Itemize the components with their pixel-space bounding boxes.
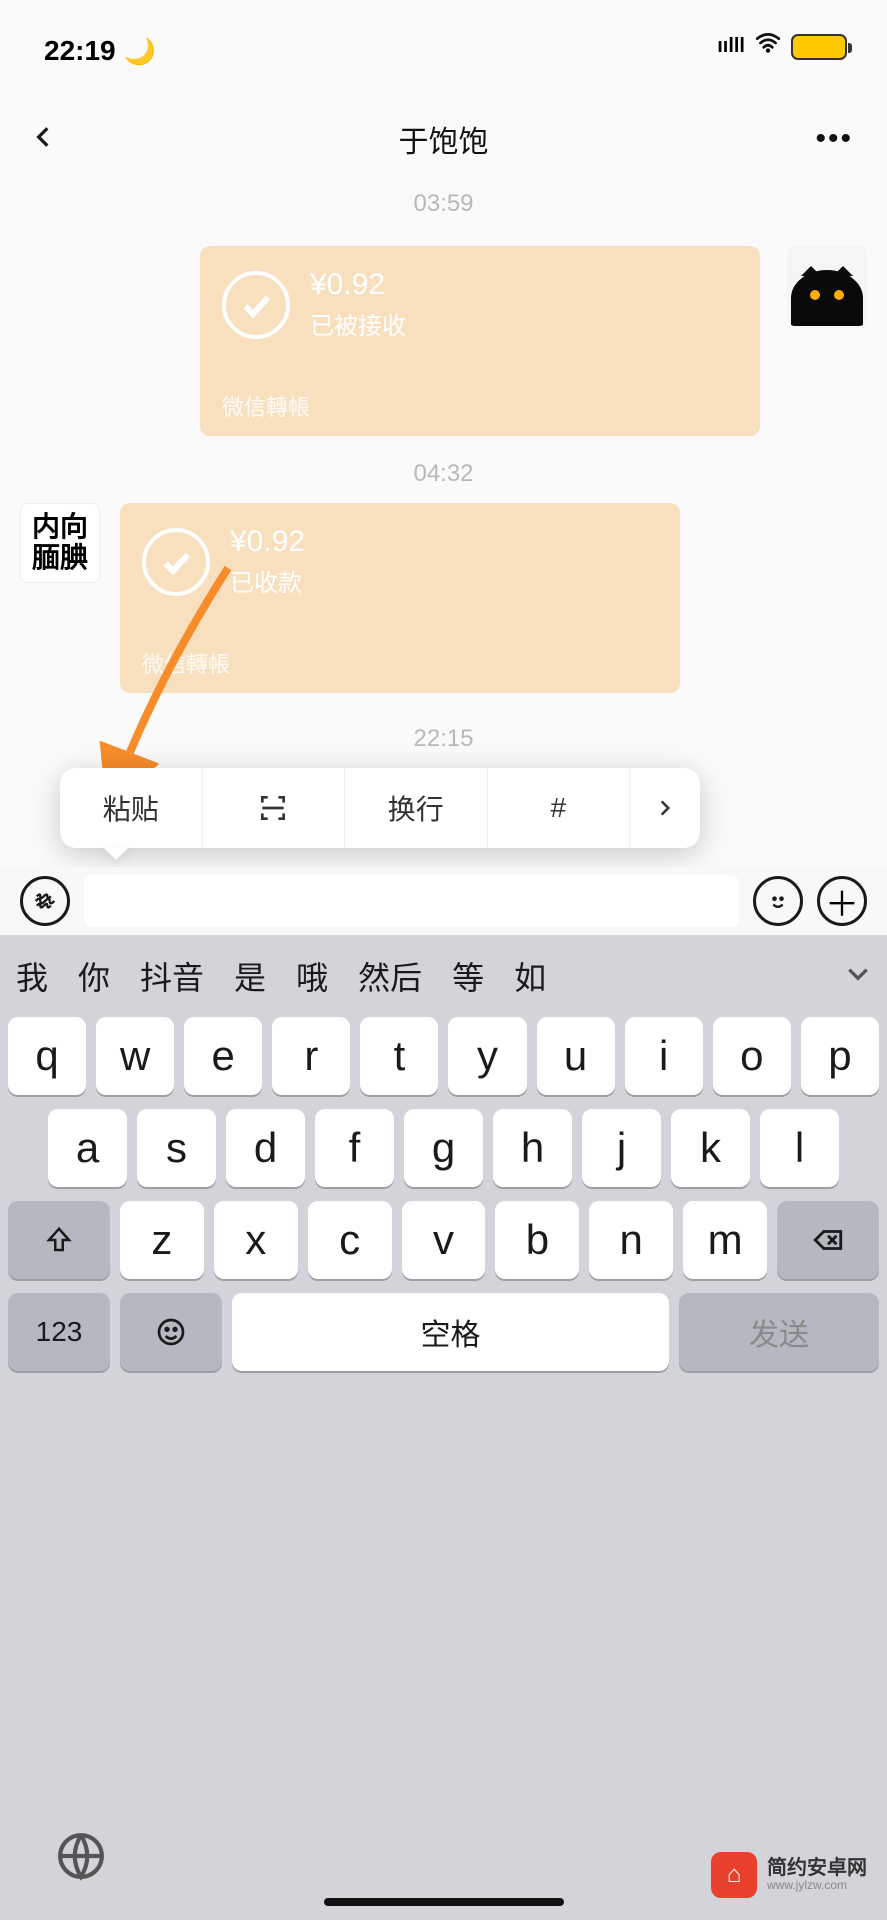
battery-icon (791, 34, 847, 60)
moon-icon: 🌙 (124, 36, 156, 67)
timestamp: 04:32 (0, 460, 887, 488)
watermark-logo-icon: ⌂ (711, 1852, 757, 1898)
timestamp: 03:59 (0, 190, 887, 218)
key-m[interactable]: m (683, 1201, 767, 1279)
key-y[interactable]: y (448, 1017, 526, 1095)
ctx-more[interactable] (630, 768, 700, 848)
more-button[interactable]: ••• (815, 122, 853, 156)
key-a[interactable]: a (48, 1109, 127, 1187)
key-e[interactable]: e (184, 1017, 262, 1095)
ctx-newline[interactable]: 换行 (345, 768, 488, 848)
message-input[interactable] (84, 875, 739, 927)
key-w[interactable]: w (96, 1017, 174, 1095)
candidate[interactable]: 哦 (296, 953, 328, 999)
key-n[interactable]: n (589, 1201, 673, 1279)
numeric-key[interactable]: 123 (8, 1293, 110, 1371)
backspace-key[interactable] (777, 1201, 879, 1279)
key-o[interactable]: o (713, 1017, 791, 1095)
key-q[interactable]: q (8, 1017, 86, 1095)
voice-button[interactable] (20, 876, 70, 926)
shift-key[interactable] (8, 1201, 110, 1279)
keyboard: 我 你 抖音 是 哦 然后 等 如 q w e r t y u i o p a … (0, 935, 887, 1920)
candidate[interactable]: 你 (78, 953, 110, 999)
candidate[interactable]: 然后 (358, 953, 422, 999)
key-f[interactable]: f (315, 1109, 394, 1187)
transfer-amount: ¥0.92 (310, 268, 406, 302)
avatar-other[interactable]: 内向 腼腆 (20, 503, 100, 583)
key-v[interactable]: v (402, 1201, 486, 1279)
key-x[interactable]: x (214, 1201, 298, 1279)
transfer-amount: ¥0.92 (230, 525, 305, 559)
globe-key[interactable] (56, 1831, 106, 1886)
watermark: ⌂ 简约安卓网 www.jylzw.com (711, 1852, 867, 1898)
signal-icon: ıılll (717, 35, 745, 58)
context-menu: 粘贴 换行 # (60, 768, 700, 848)
candidate[interactable]: 是 (234, 953, 266, 999)
candidate[interactable]: 如 (514, 953, 546, 999)
chat-title: 于饱饱 (399, 117, 489, 161)
candidate[interactable]: 抖音 (140, 953, 204, 999)
nav-bar: 于饱饱 ••• (0, 104, 887, 174)
back-button[interactable] (30, 124, 56, 155)
candidate[interactable]: 等 (452, 953, 484, 999)
transfer-status: 已收款 (230, 563, 305, 598)
key-row-3: z x c v b n m (0, 1201, 887, 1279)
transfer-source: 微信轉帳 (222, 390, 738, 422)
candidate[interactable]: 我 (16, 953, 48, 999)
transfer-status: 已被接收 (310, 306, 406, 341)
key-row-2: a s d f g h j k l (0, 1109, 887, 1187)
key-p[interactable]: p (801, 1017, 879, 1095)
key-r[interactable]: r (272, 1017, 350, 1095)
status-right: ıılll (717, 32, 847, 61)
key-u[interactable]: u (537, 1017, 615, 1095)
avatar-self[interactable] (787, 246, 867, 326)
space-key[interactable]: 空格 (232, 1293, 669, 1371)
ctx-hash[interactable]: # (488, 768, 631, 848)
key-h[interactable]: h (493, 1109, 572, 1187)
key-i[interactable]: i (625, 1017, 703, 1095)
key-b[interactable]: b (495, 1201, 579, 1279)
candidate-bar: 我 你 抖音 是 哦 然后 等 如 (0, 935, 887, 1017)
key-g[interactable]: g (404, 1109, 483, 1187)
key-row-1: q w e r t y u i o p (0, 1017, 887, 1095)
key-d[interactable]: d (226, 1109, 305, 1187)
ctx-paste[interactable]: 粘贴 (60, 768, 203, 848)
ctx-scan[interactable] (203, 768, 346, 848)
candidate-expand[interactable] (845, 958, 871, 995)
more-actions-button[interactable]: ＋ (817, 876, 867, 926)
emoji-key[interactable] (120, 1293, 222, 1371)
check-circle-icon (222, 271, 290, 339)
annotation-arrow (98, 558, 238, 798)
key-l[interactable]: l (760, 1109, 839, 1187)
wifi-icon (755, 32, 781, 61)
key-row-4: 123 空格 发送 (0, 1293, 887, 1371)
transfer-bubble-sent[interactable]: ¥0.92 已被接收 微信轉帳 (200, 246, 760, 436)
watermark-url: www.jylzw.com (767, 1879, 867, 1892)
key-t[interactable]: t (360, 1017, 438, 1095)
key-k[interactable]: k (671, 1109, 750, 1187)
key-c[interactable]: c (308, 1201, 392, 1279)
key-z[interactable]: z (120, 1201, 204, 1279)
input-bar: ＋ (0, 867, 887, 935)
key-s[interactable]: s (137, 1109, 216, 1187)
watermark-name: 简约安卓网 (767, 1857, 867, 1879)
status-time: 22:19 (44, 35, 116, 67)
home-indicator[interactable] (324, 1898, 564, 1906)
emoji-button[interactable] (753, 876, 803, 926)
key-j[interactable]: j (582, 1109, 661, 1187)
send-key[interactable]: 发送 (679, 1293, 879, 1371)
